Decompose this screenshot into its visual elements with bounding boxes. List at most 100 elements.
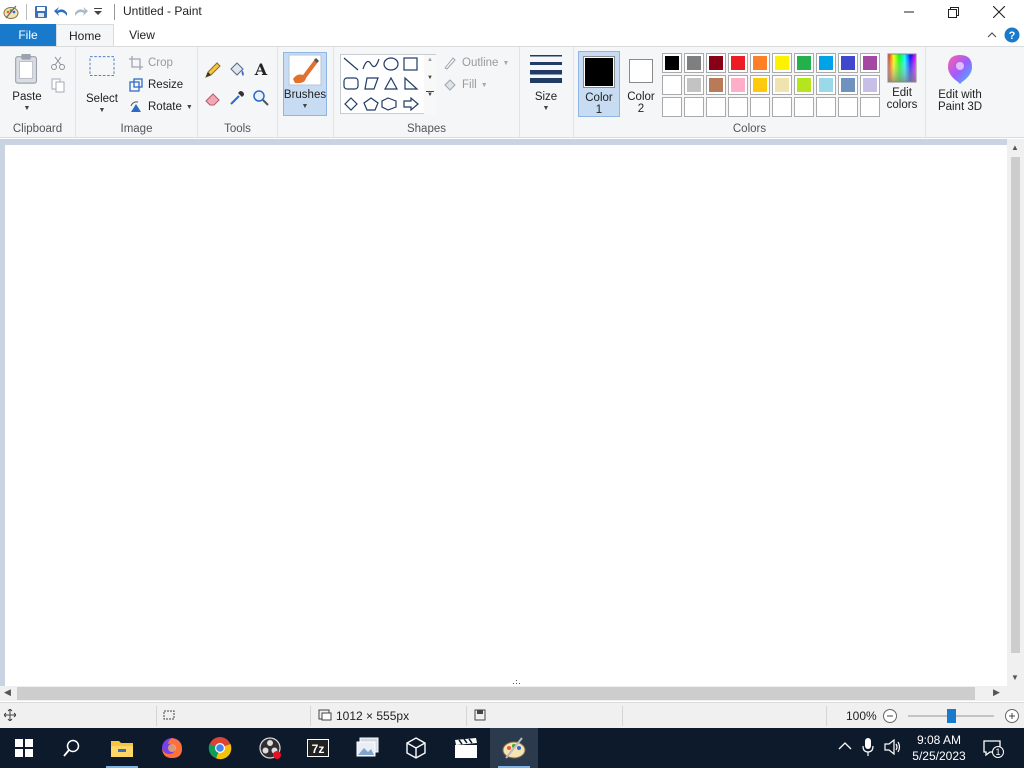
shapes-gallery-scroller[interactable]: ▲ ▼ ▼ xyxy=(424,55,436,115)
palette-swatch[interactable] xyxy=(750,75,770,95)
taskbar-file-explorer[interactable] xyxy=(98,728,146,768)
palette-swatch[interactable] xyxy=(662,75,682,95)
size-button[interactable]: Size ▼ xyxy=(526,53,566,117)
help-icon[interactable]: ? xyxy=(1002,26,1022,44)
color1-button[interactable]: Color 1 xyxy=(578,51,620,117)
custom-color-slot[interactable] xyxy=(750,97,770,117)
palette-swatch[interactable] xyxy=(816,75,836,95)
magnifier-icon[interactable] xyxy=(252,89,272,109)
fill-bucket-icon[interactable] xyxy=(228,61,248,81)
palette-swatch[interactable] xyxy=(838,75,858,95)
palette-swatch[interactable] xyxy=(684,53,704,73)
custom-color-slot[interactable] xyxy=(838,97,858,117)
palette-swatch[interactable] xyxy=(750,53,770,73)
palette-swatch[interactable] xyxy=(816,53,836,73)
palette-swatch[interactable] xyxy=(794,75,814,95)
crop-button[interactable]: Crop xyxy=(128,53,173,73)
outline-icon xyxy=(442,55,458,71)
taskbar-photos[interactable] xyxy=(344,728,392,768)
palette-swatch[interactable] xyxy=(728,75,748,95)
taskbar-video-editor[interactable] xyxy=(442,728,490,768)
redo-icon[interactable] xyxy=(71,1,91,23)
palette-swatch[interactable] xyxy=(684,75,704,95)
search-button[interactable] xyxy=(48,728,96,768)
3d-viewer-icon xyxy=(406,737,426,759)
custom-color-slot[interactable] xyxy=(794,97,814,117)
brushes-button[interactable]: Brushes ▼ xyxy=(283,52,327,116)
copy-icon[interactable] xyxy=(50,77,68,95)
eraser-icon[interactable] xyxy=(204,89,224,109)
horizontal-scrollbar[interactable]: ◀ ▶ xyxy=(0,686,1024,701)
save-icon[interactable] xyxy=(31,1,51,23)
palette-swatch[interactable] xyxy=(860,53,880,73)
taskbar-firefox[interactable] xyxy=(148,728,196,768)
palette-swatch[interactable] xyxy=(838,53,858,73)
zoom-slider-track[interactable] xyxy=(908,709,994,723)
palette-swatch-fill xyxy=(841,56,855,70)
vertical-scroll-thumb[interactable] xyxy=(1011,157,1020,653)
vertical-scrollbar[interactable]: ▲ ▼ xyxy=(1007,139,1024,686)
text-icon[interactable]: A xyxy=(252,60,272,80)
start-button[interactable] xyxy=(0,728,48,768)
taskbar-paint[interactable] xyxy=(490,728,538,768)
fill-button[interactable]: Fill ▼ xyxy=(442,75,488,95)
scroll-left-icon[interactable]: ◀ xyxy=(4,687,11,698)
collapse-ribbon-icon[interactable] xyxy=(982,26,1002,44)
custom-color-slot[interactable] xyxy=(662,97,682,117)
taskbar-3d-viewer[interactable] xyxy=(392,728,440,768)
rotate-button[interactable]: Rotate ▼ xyxy=(128,97,193,117)
palette-swatch[interactable] xyxy=(706,75,726,95)
customize-qat-icon[interactable] xyxy=(91,1,105,23)
paint-app-icon[interactable] xyxy=(0,1,22,23)
resize-button[interactable]: Resize xyxy=(128,75,183,95)
scroll-up-icon[interactable]: ▲ xyxy=(1011,143,1019,152)
palette-swatch[interactable] xyxy=(860,75,880,95)
horizontal-scroll-thumb[interactable] xyxy=(17,687,975,700)
color2-button[interactable]: Color 2 xyxy=(622,51,660,117)
zoom-out-button[interactable] xyxy=(882,708,898,724)
select-button[interactable]: Select ▼ xyxy=(82,55,122,117)
scroll-down-icon[interactable]: ▼ xyxy=(1011,673,1019,682)
volume-icon[interactable] xyxy=(884,738,902,758)
scroll-right-icon[interactable]: ▶ xyxy=(993,687,1000,698)
pencil-icon[interactable] xyxy=(204,61,224,81)
tab-home[interactable]: Home xyxy=(56,24,114,46)
paste-button[interactable]: Paste ▼ xyxy=(8,53,46,115)
restore-button[interactable] xyxy=(930,0,976,24)
taskbar-chrome[interactable] xyxy=(196,728,244,768)
notification-center-button[interactable]: 1 xyxy=(982,738,1004,758)
microphone-icon[interactable] xyxy=(862,738,874,759)
custom-color-slot[interactable] xyxy=(816,97,836,117)
palette-swatch[interactable] xyxy=(706,53,726,73)
palette-swatch[interactable] xyxy=(728,53,748,73)
show-hidden-icons-icon[interactable] xyxy=(838,740,852,754)
outline-button[interactable]: Outline ▼ xyxy=(442,53,509,73)
custom-color-slot[interactable] xyxy=(706,97,726,117)
zoom-slider-thumb[interactable] xyxy=(947,709,956,723)
canvas-resize-handle[interactable] xyxy=(513,677,521,687)
color-picker-icon[interactable] xyxy=(228,89,248,109)
palette-swatch[interactable] xyxy=(772,75,792,95)
shapes-gallery[interactable] xyxy=(340,54,436,114)
tab-file[interactable]: File xyxy=(0,24,56,46)
edit-with-paint3d-button[interactable]: Edit with Paint 3D xyxy=(932,53,988,117)
custom-color-slot[interactable] xyxy=(728,97,748,117)
color1-well xyxy=(583,56,615,88)
palette-swatch[interactable] xyxy=(794,53,814,73)
zoom-in-button[interactable] xyxy=(1004,708,1020,724)
minimize-button[interactable] xyxy=(886,0,932,24)
drawing-canvas[interactable] xyxy=(5,145,1007,686)
tab-view[interactable]: View xyxy=(114,24,170,46)
edit-colors-button[interactable]: Edit colors xyxy=(880,53,924,117)
custom-color-slot[interactable] xyxy=(684,97,704,117)
taskbar-clock[interactable]: 9:08 AM 5/25/2023 xyxy=(906,732,972,764)
cut-icon[interactable] xyxy=(50,55,68,73)
taskbar-7zip[interactable]: 7z xyxy=(294,728,342,768)
palette-swatch[interactable] xyxy=(662,53,682,73)
taskbar-obs[interactable] xyxy=(246,728,294,768)
custom-color-slot[interactable] xyxy=(772,97,792,117)
palette-swatch[interactable] xyxy=(772,53,792,73)
close-button[interactable] xyxy=(976,0,1022,24)
undo-icon[interactable] xyxy=(51,1,71,23)
custom-color-slot[interactable] xyxy=(860,97,880,117)
